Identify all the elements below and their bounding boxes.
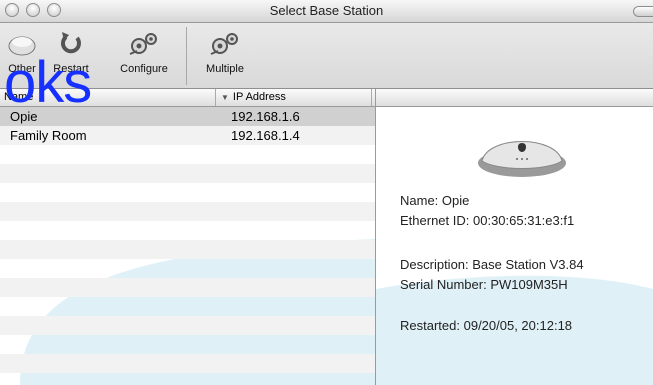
other-label: Other	[8, 63, 36, 75]
multiple-label: Multiple	[206, 63, 244, 75]
toolbar-separator	[186, 27, 187, 85]
list-row-empty	[0, 164, 375, 183]
detail-header	[376, 89, 653, 107]
detail-description: Description: Base Station V3.84	[400, 257, 584, 272]
list-row[interactable]: Family Room 192.168.1.4	[0, 126, 375, 145]
list-row-empty	[0, 354, 375, 373]
row-name: Opie	[10, 109, 38, 124]
name-label: Name:	[400, 193, 439, 208]
column-header-name[interactable]: Name	[0, 89, 216, 106]
row-name: Family Room	[10, 128, 87, 143]
row-ip: 192.168.1.6	[231, 109, 300, 124]
restart-button[interactable]: Restart	[46, 29, 96, 75]
list-row-empty	[0, 335, 375, 354]
list-row-empty	[0, 240, 375, 259]
list-rows: Opie 192.168.1.6 Family Room 192.168.1.4	[0, 107, 375, 385]
restart-arrow-icon	[60, 32, 81, 54]
list-header: Name ▼ IP Address	[0, 89, 375, 107]
restart-label: Restart	[53, 63, 89, 75]
ethernet-label: Ethernet ID:	[400, 213, 470, 228]
multiple-button[interactable]: Multiple	[196, 29, 254, 75]
toolbar: Other Restart Configure Multiple	[0, 23, 653, 89]
description-label: Description:	[400, 257, 469, 272]
ethernet-value: 00:30:65:31:e3:f1	[473, 213, 575, 228]
configure-button[interactable]: Configure	[110, 29, 178, 75]
list-row[interactable]: Opie 192.168.1.6	[0, 107, 375, 126]
window-title: Select Base Station	[269, 3, 384, 18]
select-base-station-window: Select Base Station Other Restart Config…	[0, 0, 653, 385]
list-row-empty	[0, 183, 375, 202]
column-header-ip-label: IP Address	[232, 91, 286, 103]
detail-name: Name: Opie	[400, 193, 469, 208]
column-header-ip[interactable]: ▼ IP Address	[217, 89, 372, 106]
detail-restarted: Restarted: 09/20/05, 20:12:18	[400, 318, 572, 333]
list-row-empty	[0, 316, 375, 335]
name-value: Opie	[441, 193, 470, 208]
title-bar: Select Base Station	[0, 0, 653, 23]
list-row-empty	[0, 221, 375, 240]
toolbar-toggle-button[interactable]	[633, 6, 653, 17]
list-row-empty	[0, 373, 375, 385]
list-row-empty	[0, 202, 375, 221]
multiple-gears-icon	[210, 33, 238, 55]
base-station-details: Name: Opie Ethernet ID: 00:30:65:31:e3:f…	[376, 89, 653, 385]
base-station-icon	[8, 36, 36, 56]
serial-label: Serial Number:	[400, 277, 487, 292]
configure-label: Configure	[120, 63, 168, 75]
detail-serial: Serial Number: PW109M35H	[400, 277, 568, 292]
base-station-list: Name ▼ IP Address Opie 192.168.1.6 Family…	[0, 89, 376, 385]
detail-ethernet: Ethernet ID: 00:30:65:31:e3:f1	[400, 213, 574, 228]
row-ip: 192.168.1.4	[231, 128, 300, 143]
airport-base-station-icon	[478, 141, 566, 177]
serial-value: PW109M35H	[490, 277, 568, 292]
list-row-empty	[0, 259, 375, 278]
list-row-empty	[0, 278, 375, 297]
restarted-value: 09/20/05, 20:12:18	[463, 318, 573, 333]
list-row-empty	[0, 297, 375, 316]
description-value: Base Station V3.84	[472, 257, 584, 272]
configure-gears-icon	[129, 33, 157, 55]
list-row-empty	[0, 145, 375, 164]
sort-descending-icon: ▼	[221, 93, 229, 102]
restarted-label: Restarted:	[400, 318, 460, 333]
other-button[interactable]: Other	[2, 29, 42, 75]
